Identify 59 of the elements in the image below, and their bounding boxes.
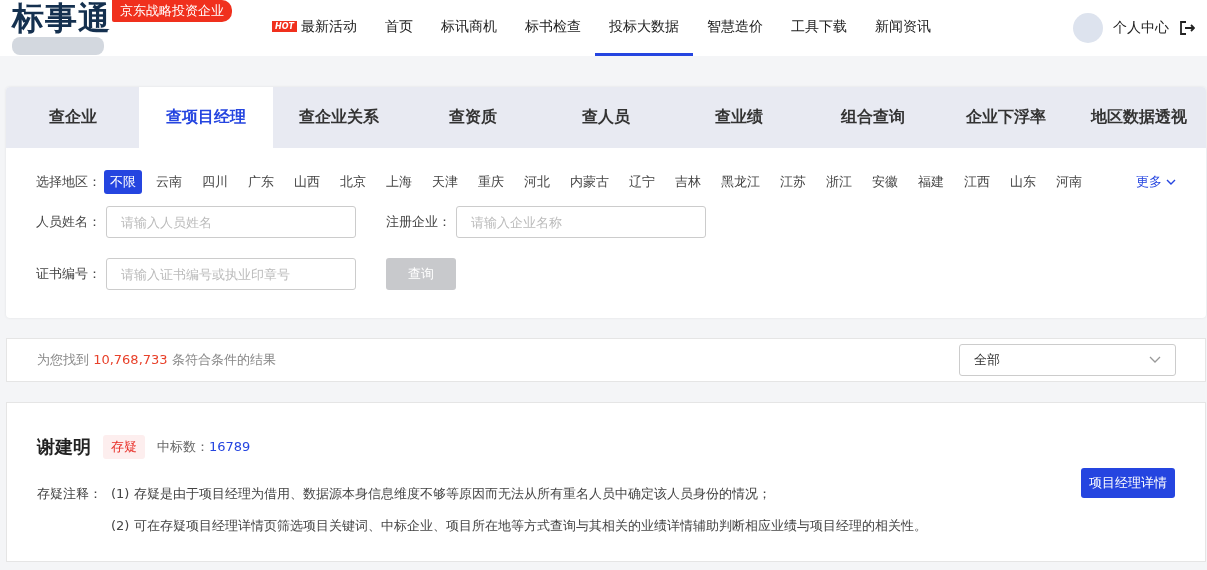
logo: 标事通 [12,1,112,35]
nav-link[interactable]: 首页 [370,0,427,56]
field-label: 注册企业： [386,213,452,231]
region-option[interactable]: 不限 [104,170,142,194]
details-button[interactable]: 项目经理详情 [1081,468,1175,498]
input-field[interactable]: 请输入证书编号或执业印章号 [106,258,356,290]
nav-link[interactable]: 工具下载 [776,0,861,56]
region-option[interactable]: 河北 [518,170,556,194]
status-tag: 存疑 [103,435,145,459]
tab[interactable]: 查企业 [6,87,140,148]
region-option[interactable]: 山东 [1004,170,1042,194]
region-option[interactable]: 浙江 [820,170,858,194]
note-text: (1) 存疑是由于项目经理为借用、数据源本身信息维度不够等原因而无法从所有重名人员中确定该人员身份的情况； [111,485,772,503]
region-option[interactable]: 山西 [288,170,326,194]
tab[interactable]: 查人员 [539,87,673,148]
tab[interactable]: 企业下浮率 [939,87,1073,148]
nav-link[interactable]: 标书检查 [510,0,595,56]
input-field[interactable]: 请输入人员姓名 [106,206,356,238]
tab[interactable]: 查资质 [406,87,540,148]
region-option[interactable]: 上海 [380,170,418,194]
tab[interactable]: 查项目经理 [139,87,273,148]
region-option[interactable]: 福建 [912,170,950,194]
person-name: 谢建明 [37,435,91,459]
region-option[interactable]: 重庆 [472,170,510,194]
region-option[interactable]: 江西 [958,170,996,194]
region-option[interactable]: 吉林 [669,170,707,194]
region-option[interactable]: 黑龙江 [715,170,766,194]
user-center-link[interactable]: 个人中心 [1113,19,1169,37]
hot-badge: HOT [272,21,297,32]
field-label: 人员姓名： [36,213,102,231]
region-option[interactable]: 四川 [196,170,234,194]
region-option[interactable]: 云南 [150,170,188,194]
tab[interactable]: 地区数据透视 [1072,87,1206,148]
bid-count-text: 中标数：16789 [157,438,251,456]
field-label: 证书编号： [36,265,102,283]
nav-link[interactable]: HOT 最新活动 [258,0,371,56]
promo-badge: 京东战略投资企业 [112,0,232,22]
region-option[interactable]: 安徽 [866,170,904,194]
more-link[interactable]: 更多 [1136,173,1176,191]
nav-link[interactable]: 标讯商机 [426,0,511,56]
region-option[interactable]: 北京 [334,170,372,194]
sort-dropdown[interactable]: 全部 [959,344,1176,376]
result-count-text: 为您找到 10,768,733 条符合条件的结果 [37,351,276,369]
region-option[interactable]: 江苏 [774,170,812,194]
note-text: (2) 可在存疑项目经理详情页筛选项目关键词、中标企业、项目所在地等方式查询与其相关的业绩详情辅助判断相应业绩与项目经理的相关性。 [111,517,928,535]
region-option[interactable]: 河南 [1050,170,1088,194]
region-option[interactable]: 广东 [242,170,280,194]
tab[interactable]: 查企业关系 [272,87,406,148]
nav-link[interactable]: 新闻资讯 [860,0,945,56]
region-option[interactable]: 辽宁 [623,170,661,194]
nav-link[interactable]: 投标大数据 [594,0,693,56]
tab[interactable]: 组合查询 [806,87,940,148]
note-label: 存疑注释： [37,485,103,503]
region-option[interactable]: 内蒙古 [564,170,615,194]
nav-link[interactable]: 智慧造价 [692,0,777,56]
field-label: 选择地区： [36,173,101,191]
tab[interactable]: 查业绩 [672,87,806,148]
input-field[interactable]: 请输入企业名称 [456,206,706,238]
region-option[interactable]: 天津 [426,170,464,194]
